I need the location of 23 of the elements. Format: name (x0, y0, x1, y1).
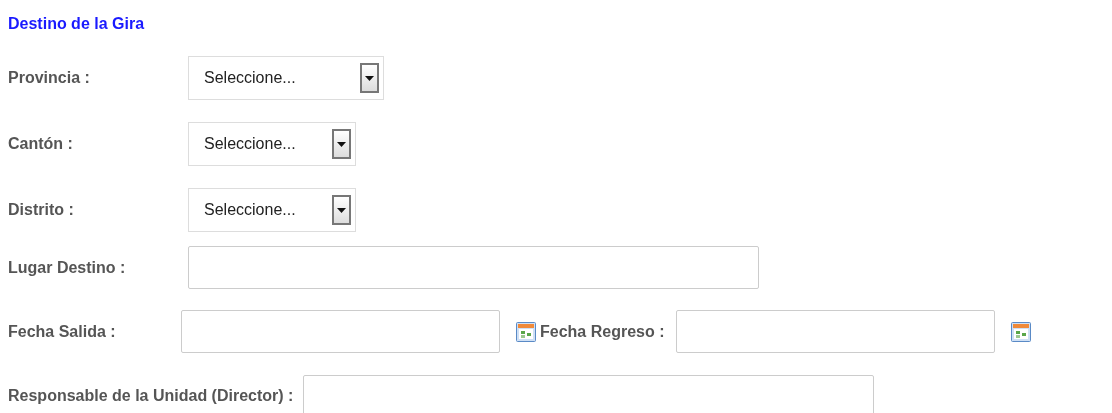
dropdown[interactable]: Seleccione... (188, 56, 384, 100)
caret-icon (337, 141, 346, 147)
dropdown[interactable]: Seleccione... (188, 188, 356, 232)
input-field[interactable] (188, 246, 759, 289)
date-field[interactable] (181, 310, 500, 353)
field-label: Responsable de la Unidad (Director) : (8, 387, 294, 405)
field-label: Provincia : (8, 69, 91, 87)
field-label: Distrito : (8, 201, 75, 219)
field-label: Cantón : (8, 135, 74, 153)
caret-icon (337, 207, 346, 213)
dropdown-button[interactable] (332, 195, 351, 225)
calendar-icon[interactable] (1011, 321, 1032, 342)
caret-icon (365, 75, 374, 81)
dropdown-button[interactable] (360, 63, 379, 93)
dropdown-button[interactable] (332, 129, 351, 159)
field-label: Fecha Salida : (8, 322, 117, 341)
field-label: Lugar Destino : (8, 258, 127, 277)
date-field[interactable] (676, 310, 996, 353)
field-label: Fecha Regreso : (540, 322, 665, 341)
input-field[interactable] (303, 375, 875, 413)
calendar-icon[interactable] (516, 321, 536, 342)
dropdown[interactable]: Seleccione... (188, 122, 356, 166)
section-title: Destino de la Gira (8, 14, 146, 34)
